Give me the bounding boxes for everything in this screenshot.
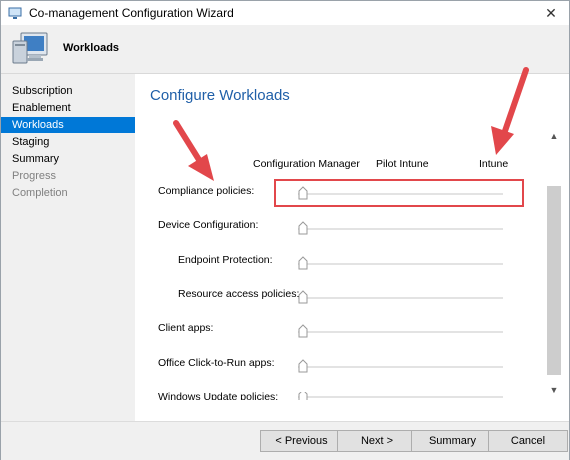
annotation-arrow-intune	[491, 67, 529, 155]
annotation-arrows	[173, 67, 529, 181]
annotation-arrow-compliance	[173, 120, 214, 181]
